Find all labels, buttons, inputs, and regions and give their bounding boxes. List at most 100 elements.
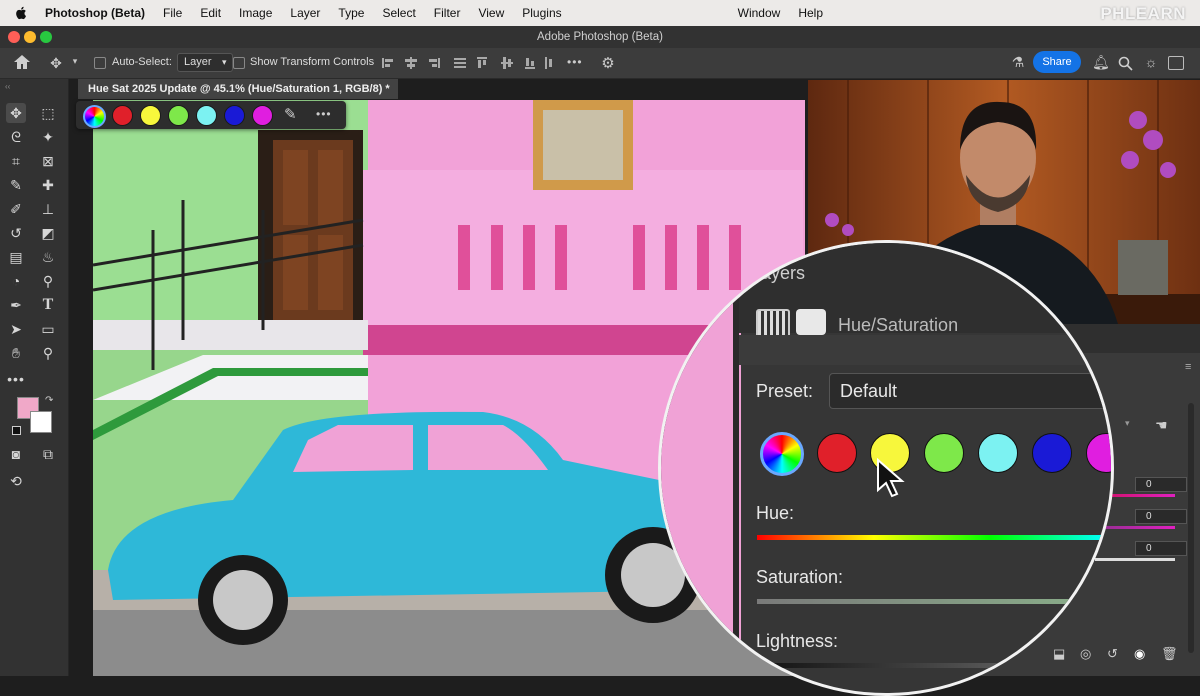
preset-value: Default: [840, 381, 898, 401]
hue-value-field[interactable]: 0: [1135, 477, 1187, 492]
zoom-magnifier: Layers Hue/Saturation ▲ Preset: Default …: [658, 240, 1114, 696]
marquee-tool-icon[interactable]: ⬚: [38, 103, 58, 123]
background-color-swatch[interactable]: [30, 411, 52, 433]
clone-stamp-icon[interactable]: ⊥: [38, 199, 58, 219]
history-brush-icon[interactable]: ↺: [6, 223, 26, 243]
brush-tool-icon[interactable]: ✐: [6, 199, 26, 219]
menu-help[interactable]: Help: [789, 6, 832, 20]
healing-brush-icon[interactable]: ✚: [38, 175, 58, 195]
home-icon[interactable]: [13, 54, 31, 70]
color-wheel-swatch[interactable]: [760, 432, 804, 476]
generative-fill-icon[interactable]: ⟲: [6, 471, 26, 491]
frame-tool-icon[interactable]: ⊠: [38, 151, 58, 171]
menu-select[interactable]: Select: [373, 6, 424, 20]
default-colors-icon[interactable]: [12, 426, 21, 435]
saturation-value-field[interactable]: 0: [1135, 509, 1187, 524]
eraser-icon[interactable]: ◩: [38, 223, 58, 243]
view-previous-icon[interactable]: ◎: [1080, 646, 1091, 662]
chevron-down-icon[interactable]: ▾: [1125, 418, 1130, 429]
menu-file[interactable]: File: [154, 6, 191, 20]
saturation-label: Saturation:: [756, 567, 844, 587]
document-tab[interactable]: Hue Sat 2025 Update @ 45.1% (Hue/Saturat…: [78, 79, 398, 99]
panel-subheader: [739, 335, 1111, 365]
swatch-blue[interactable]: [224, 105, 245, 126]
auto-select-checkbox[interactable]: [94, 57, 106, 69]
lasso-tool-icon[interactable]: ᘓ: [6, 127, 26, 147]
hand-tool-icon[interactable]: ✋︎: [6, 343, 26, 363]
zoom-window-icon[interactable]: [40, 31, 52, 43]
search-icon[interactable]: [1118, 56, 1133, 71]
menu-app-name[interactable]: Photoshop (Beta): [36, 6, 154, 20]
close-window-icon[interactable]: [8, 31, 20, 43]
chevron-down-icon[interactable]: ▾: [70, 56, 80, 67]
swatch-green[interactable]: [168, 105, 189, 126]
bell-icon[interactable]: 🔔︎: [1092, 54, 1110, 71]
menu-window[interactable]: Window: [729, 6, 790, 20]
trash-icon[interactable]: 🗑︎: [1161, 646, 1178, 662]
quick-mask-icon[interactable]: ◙: [6, 444, 26, 464]
mask-icon[interactable]: [796, 309, 826, 335]
workspace-icon[interactable]: [1168, 56, 1184, 70]
swatch-blue[interactable]: [1032, 433, 1072, 473]
swatch-cyan[interactable]: [196, 105, 217, 126]
panel-menu-icon[interactable]: ≡: [1185, 361, 1191, 373]
visibility-eye-icon[interactable]: ◉: [1134, 646, 1145, 662]
move-tool-icon[interactable]: ✥: [6, 103, 26, 123]
lightbulb-icon[interactable]: ☼: [1143, 54, 1159, 70]
gear-icon[interactable]: ⚙: [600, 54, 616, 72]
menu-filter[interactable]: Filter: [425, 6, 470, 20]
align-buttons[interactable]: [380, 55, 560, 71]
path-selection-icon[interactable]: ➤: [6, 319, 26, 339]
saturation-slider[interactable]: [757, 599, 1107, 604]
menu-layer[interactable]: Layer: [281, 6, 329, 20]
hue-slider[interactable]: [757, 535, 1107, 540]
screen-mode-icon[interactable]: ⧉: [38, 444, 58, 464]
swatch-cyan[interactable]: [978, 433, 1018, 473]
magic-wand-icon[interactable]: ✦: [38, 127, 58, 147]
transform-controls-checkbox[interactable]: [233, 57, 245, 69]
dodge-tool-icon[interactable]: ◔: [6, 271, 26, 291]
eyedropper-icon[interactable]: ✎: [6, 175, 26, 195]
color-wheel-swatch[interactable]: [83, 105, 106, 128]
flask-icon[interactable]: ⚗: [1010, 54, 1026, 71]
layers-tab[interactable]: Layers: [751, 263, 805, 284]
clip-to-layer-icon[interactable]: ⬓: [1053, 646, 1065, 662]
blur-tool-icon[interactable]: ♨: [38, 247, 58, 267]
rectangle-tool-icon[interactable]: ▭: [38, 319, 58, 339]
panel-scrollbar[interactable]: [1188, 403, 1194, 653]
share-button[interactable]: Share: [1033, 51, 1081, 73]
swatch-red[interactable]: [817, 433, 857, 473]
swatch-yellow[interactable]: [140, 105, 161, 126]
preset-dropdown[interactable]: Default: [829, 373, 1111, 409]
menu-plugins[interactable]: Plugins: [513, 6, 570, 20]
more-tools-icon[interactable]: •••: [6, 369, 26, 389]
swatch-green[interactable]: [924, 433, 964, 473]
more-options-button[interactable]: •••: [316, 107, 332, 121]
swap-colors-icon[interactable]: ↷: [45, 395, 53, 406]
lightness-slider[interactable]: [757, 663, 1107, 668]
reset-icon[interactable]: ↺: [1107, 646, 1118, 662]
menu-image[interactable]: Image: [230, 6, 281, 20]
swatch-magenta[interactable]: [252, 105, 273, 126]
menu-type[interactable]: Type: [329, 6, 373, 20]
minimize-window-icon[interactable]: [24, 31, 36, 43]
more-options-button[interactable]: •••: [567, 55, 583, 69]
smudge-tool-icon[interactable]: ⚲: [38, 271, 58, 291]
move-tool-icon[interactable]: ✥: [48, 55, 64, 72]
crop-tool-icon[interactable]: ⌗: [6, 151, 26, 171]
apple-icon[interactable]: [14, 6, 28, 20]
lightness-value-field[interactable]: 0: [1135, 541, 1187, 556]
gradient-tool-icon[interactable]: ▤: [6, 247, 26, 267]
type-tool-icon[interactable]: T: [38, 295, 58, 315]
swatch-red[interactable]: [112, 105, 133, 126]
zoom-tool-icon[interactable]: ⚲: [38, 343, 58, 363]
menu-view[interactable]: View: [469, 6, 513, 20]
swatch-magenta[interactable]: [1086, 433, 1111, 473]
collapse-icon[interactable]: ‹‹: [5, 82, 10, 91]
auto-select-dropdown[interactable]: Layer ▾: [177, 53, 233, 72]
window-title-bar: Adobe Photoshop (Beta): [0, 26, 1200, 49]
pen-tool-icon[interactable]: ✒: [6, 295, 26, 315]
hand-adjust-icon[interactable]: ☚: [1155, 417, 1168, 434]
eyedropper-icon[interactable]: ✎: [284, 105, 297, 123]
menu-edit[interactable]: Edit: [191, 6, 230, 20]
